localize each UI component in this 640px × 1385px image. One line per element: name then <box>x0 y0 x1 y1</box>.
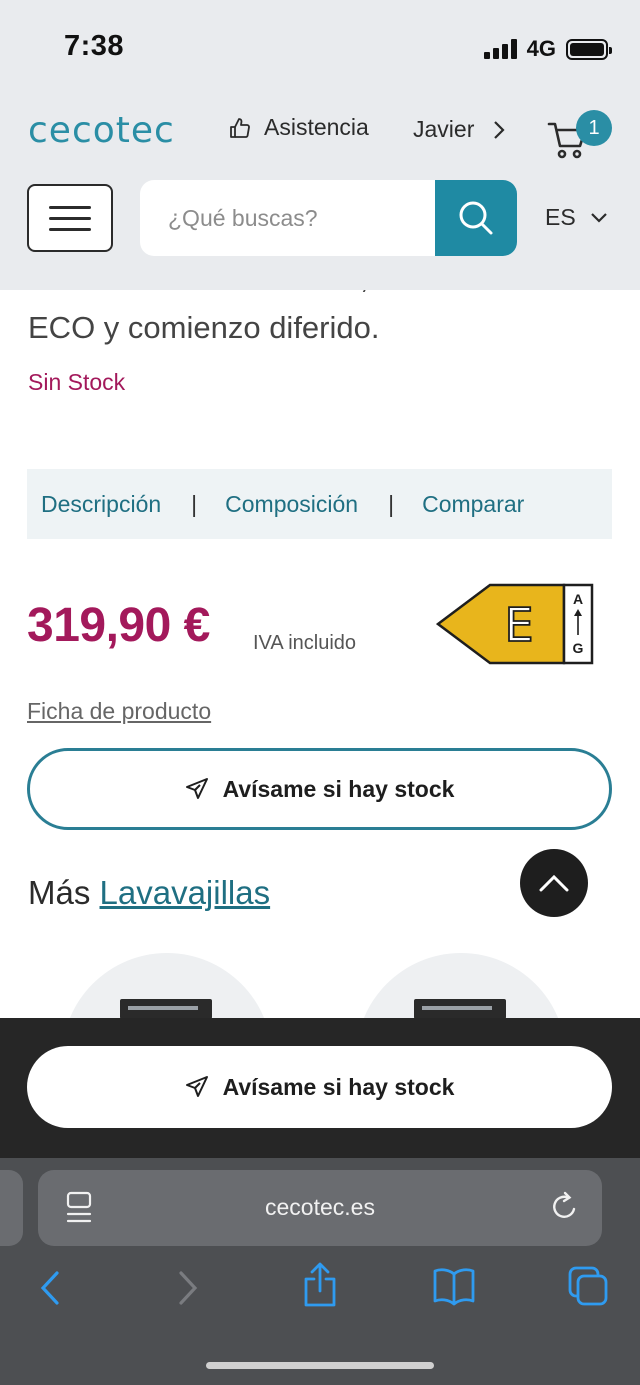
address-bar[interactable]: cecotec.es <box>38 1170 602 1246</box>
tabs-icon[interactable] <box>566 1264 610 1308</box>
user-account-link[interactable]: Javier <box>413 116 506 143</box>
stock-status: Sin Stock <box>28 369 126 395</box>
energy-class: E <box>504 598 533 652</box>
chevron-up-icon <box>539 874 569 892</box>
cecotec-logo[interactable]: cecotec <box>28 110 175 151</box>
thumbs-up-icon <box>230 117 250 138</box>
sticky-notify-label: Avísame si hay stock <box>222 1073 455 1100</box>
share-icon[interactable] <box>302 1262 338 1308</box>
search-button[interactable] <box>435 180 517 256</box>
language-label: ES <box>545 204 576 230</box>
sticky-bottom-bar: Avísame si hay stock <box>0 1018 640 1158</box>
site-header: cecotec Asistencia Javier 1 ES <box>0 88 640 290</box>
menu-button[interactable] <box>27 184 113 252</box>
tab-composicion[interactable]: Composición <box>225 491 358 518</box>
search-input[interactable] <box>140 180 435 256</box>
search-box <box>140 180 517 256</box>
sticky-notify-stock-button[interactable]: Avísame si hay stock <box>27 1046 612 1128</box>
home-indicator <box>206 1362 434 1369</box>
tab-comparar[interactable]: Comparar <box>422 491 524 518</box>
dishwasher-image <box>414 999 506 1019</box>
assistance-label: Asistencia <box>264 114 369 140</box>
chevron-right-icon <box>494 120 505 139</box>
url-text: cecotec.es <box>265 1194 375 1220</box>
status-bar: 7:38 4G <box>0 0 640 88</box>
bookmarks-icon[interactable] <box>432 1266 476 1306</box>
back-icon[interactable] <box>38 1268 62 1308</box>
network-label: 4G <box>526 36 556 61</box>
previous-tab[interactable] <box>0 1170 23 1246</box>
browser-toolbar <box>0 1262 640 1328</box>
status-indicators: 4G <box>483 36 612 62</box>
status-time: 7:38 <box>64 30 125 62</box>
dishwasher-image <box>120 999 212 1019</box>
more-prefix: Más <box>28 874 91 911</box>
energy-scale-bottom: G <box>573 640 584 656</box>
energy-label-icon: E A G <box>436 583 594 665</box>
vat-label: IVA incluido <box>253 632 357 654</box>
tab-separator: | <box>388 490 395 517</box>
user-name: Javier <box>413 116 475 142</box>
tab-separator: | <box>191 490 198 517</box>
energy-scale-top: A <box>573 591 583 607</box>
cart-button[interactable]: 1 <box>546 110 616 166</box>
more-category-heading: Más Lavavajillas <box>28 874 270 912</box>
signal-icon <box>483 39 517 59</box>
forward-icon[interactable] <box>176 1268 200 1308</box>
battery-icon <box>566 38 612 60</box>
datasheet-link[interactable]: Ficha de producto <box>27 698 211 725</box>
product-tabs: Descripción | Composición | Comparar <box>27 469 612 539</box>
notify-stock-label: Avísame si hay stock <box>222 775 455 802</box>
product-price: 319,90 € <box>27 599 210 652</box>
chevron-down-icon <box>590 212 607 223</box>
category-link[interactable]: Lavavajillas <box>100 874 271 911</box>
scroll-to-top-button[interactable] <box>520 849 588 917</box>
assistance-link[interactable]: Asistencia <box>228 114 369 141</box>
reload-icon[interactable] <box>548 1190 580 1224</box>
tab-descripcion[interactable]: Descripción <box>41 491 161 518</box>
notify-stock-button[interactable]: Avísame si hay stock <box>27 748 612 830</box>
language-selector[interactable]: ES <box>545 204 608 231</box>
send-icon <box>185 1076 208 1097</box>
send-icon <box>185 778 208 799</box>
product-description: ECO y comienzo diferido. <box>28 310 380 345</box>
cart-count-badge: 1 <box>576 110 612 146</box>
browser-chrome: cecotec.es <box>0 1158 640 1385</box>
search-icon <box>459 201 493 235</box>
